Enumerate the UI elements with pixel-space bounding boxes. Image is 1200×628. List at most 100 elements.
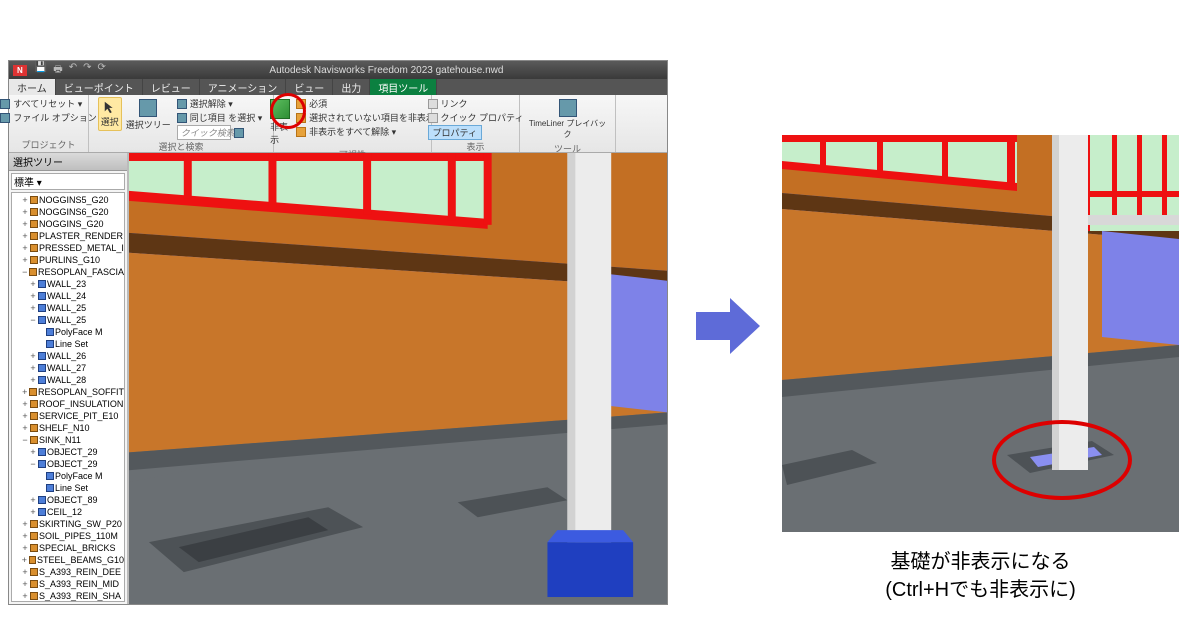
expand-icon[interactable]: − xyxy=(21,266,28,278)
tree-node[interactable]: +WALL_26 xyxy=(13,350,124,362)
node-label: CEIL_12 xyxy=(47,506,82,518)
tree-node[interactable]: +NOGGINS_G20 xyxy=(13,218,124,230)
expand-icon[interactable]: + xyxy=(21,530,29,542)
expand-icon[interactable]: + xyxy=(21,566,29,578)
tab-item-tool[interactable]: 項目ツール xyxy=(370,79,437,95)
expand-icon[interactable]: + xyxy=(21,578,29,590)
reset-all-button[interactable]: すべてリセット ▾ xyxy=(0,97,99,110)
expand-icon[interactable]: + xyxy=(29,446,37,458)
expand-icon[interactable]: + xyxy=(21,242,29,254)
quick-search-input[interactable]: クイック検索 xyxy=(177,125,231,140)
tree-list[interactable]: +NOGGINS5_G20+NOGGINS6_G20+NOGGINS_G20+P… xyxy=(11,192,125,602)
hide-unselected-button[interactable]: 選択されていない項目を非表示 xyxy=(294,111,437,124)
timeliner-button[interactable]: TimeLiner プレイバック xyxy=(524,97,611,142)
tab-viewpoint[interactable]: ビューポイント xyxy=(56,79,143,95)
tree-node[interactable]: PolyFace M xyxy=(13,470,124,482)
expand-icon[interactable]: + xyxy=(21,386,28,398)
tree-node[interactable]: +ROOF_INSULATION xyxy=(13,398,124,410)
expand-icon[interactable]: + xyxy=(21,554,28,566)
expand-icon[interactable]: + xyxy=(21,398,29,410)
print-icon[interactable]: 🖶 xyxy=(53,62,62,79)
expand-icon[interactable]: + xyxy=(29,302,37,314)
link-button[interactable]: リンク xyxy=(426,97,526,110)
tree-node[interactable]: +PLASTER_RENDER xyxy=(13,230,124,242)
expand-icon[interactable]: + xyxy=(21,206,29,218)
expand-icon[interactable]: + xyxy=(21,590,29,602)
tree-node[interactable]: +PURLINS_G10 xyxy=(13,254,124,266)
tree-node[interactable]: +SOIL_PIPES_110M xyxy=(13,530,124,542)
tree-node[interactable]: Line Set xyxy=(13,482,124,494)
tree-node[interactable]: −OBJECT_29 xyxy=(13,458,124,470)
quick-property-button[interactable]: クイック プロパティ xyxy=(426,111,526,124)
property-button[interactable]: プロパティ xyxy=(426,125,526,140)
expand-icon[interactable]: + xyxy=(29,494,37,506)
tree-node[interactable]: + NOGGINS5_G20 xyxy=(13,194,124,206)
tree-node[interactable]: Line Set xyxy=(13,338,124,350)
expand-icon[interactable]: + xyxy=(21,254,29,266)
file-options-button[interactable]: ファイル オプション xyxy=(0,111,99,124)
expand-icon[interactable]: + xyxy=(21,542,29,554)
tree-node[interactable]: +SHELF_N10 xyxy=(13,422,124,434)
3d-viewport-before[interactable] xyxy=(129,153,667,604)
expand-icon[interactable]: + xyxy=(21,518,29,530)
tree-node[interactable]: PolyFace M xyxy=(13,326,124,338)
tree-node[interactable]: +NOGGINS6_G20 xyxy=(13,206,124,218)
undo-icon[interactable]: ↶ xyxy=(69,62,77,79)
expand-icon[interactable]: + xyxy=(29,350,37,362)
deselect-button[interactable]: 選択解除 ▾ xyxy=(175,97,265,110)
expand-icon[interactable]: − xyxy=(29,458,37,470)
expand-icon[interactable]: + xyxy=(21,218,29,230)
expand-icon[interactable]: − xyxy=(21,434,29,446)
node-label: NOGGINS5_G20 xyxy=(39,194,109,206)
refresh-icon[interactable]: ⟳ xyxy=(97,62,105,79)
expand-icon[interactable]: + xyxy=(21,194,29,206)
ribbon: すべてリセット ▾ ファイル オプション プロジェクト 選択 選択ツリー 選択解… xyxy=(9,95,667,153)
tree-node[interactable]: +WALL_28 xyxy=(13,374,124,386)
tree-node[interactable]: +WALL_24 xyxy=(13,290,124,302)
tab-animation[interactable]: アニメーション xyxy=(200,79,287,95)
expand-icon[interactable]: + xyxy=(29,290,37,302)
tree-node[interactable]: +S_A393_REIN_SHA xyxy=(13,590,124,602)
save-icon[interactable]: 💾 xyxy=(35,62,47,79)
tree-node[interactable]: −WALL_25 xyxy=(13,314,124,326)
tree-node[interactable]: +RESOPLAN_SOFFIT xyxy=(13,386,124,398)
expand-icon[interactable]: − xyxy=(29,314,37,326)
search-icon[interactable] xyxy=(234,128,244,138)
tree-node[interactable]: +S_A393_REIN_DEE xyxy=(13,566,124,578)
expand-icon[interactable]: + xyxy=(29,362,37,374)
redo-icon[interactable]: ↷ xyxy=(83,62,91,79)
tree-node[interactable]: +OBJECT_29 xyxy=(13,446,124,458)
select-button[interactable]: 選択 xyxy=(98,97,122,131)
tree-node[interactable]: +OBJECT_89 xyxy=(13,494,124,506)
select-same-button[interactable]: 同じ項目 を選択 ▾ xyxy=(175,111,265,124)
tree-node[interactable]: −RESOPLAN_FASCIA xyxy=(13,266,124,278)
tab-home[interactable]: ホーム xyxy=(9,79,56,95)
expand-icon[interactable]: + xyxy=(29,506,37,518)
expand-icon[interactable]: + xyxy=(21,230,29,242)
content-row: 選択ツリー 標準 ▾ +NOGGINS5_G20+NOGGINS6_G20+NO… xyxy=(9,153,667,604)
tree-node[interactable]: +WALL_25 xyxy=(13,302,124,314)
quick-access-toolbar[interactable]: 💾 🖶 ↶ ↷ ⟳ xyxy=(35,62,106,79)
tree-node[interactable]: +SKIRTING_SW_P20 xyxy=(13,518,124,530)
tab-output[interactable]: 出力 xyxy=(333,79,370,95)
expand-icon[interactable]: + xyxy=(21,422,29,434)
tab-review[interactable]: レビュー xyxy=(143,79,200,95)
tree-node[interactable]: +SPECIAL_BRICKS xyxy=(13,542,124,554)
expand-icon[interactable]: + xyxy=(29,374,37,386)
expand-icon[interactable]: + xyxy=(29,278,37,290)
selection-tree-button[interactable]: 選択ツリー xyxy=(124,97,173,133)
unhide-all-button[interactable]: 非表示をすべて解除 ▾ xyxy=(294,125,437,138)
tab-view[interactable]: ビュー xyxy=(286,79,333,95)
tree-node[interactable]: +PRESSED_METAL_I xyxy=(13,242,124,254)
tree-node[interactable]: −SINK_N11 xyxy=(13,434,124,446)
tree-node[interactable]: +STEEL_BEAMS_G10 xyxy=(13,554,124,566)
required-button[interactable]: 必須 xyxy=(294,97,437,110)
expand-icon[interactable]: + xyxy=(21,410,29,422)
tree-node[interactable]: +WALL_27 xyxy=(13,362,124,374)
tree-node[interactable]: +S_A393_REIN_MID xyxy=(13,578,124,590)
tree-node[interactable]: +WALL_23 xyxy=(13,278,124,290)
tree-node[interactable]: +SERVICE_PIT_E10 xyxy=(13,410,124,422)
tree-mode-dropdown[interactable]: 標準 ▾ xyxy=(11,173,125,190)
tree-node[interactable]: + CEIL_12 xyxy=(13,506,124,518)
hide-button[interactable]: 非表示 xyxy=(268,97,292,148)
